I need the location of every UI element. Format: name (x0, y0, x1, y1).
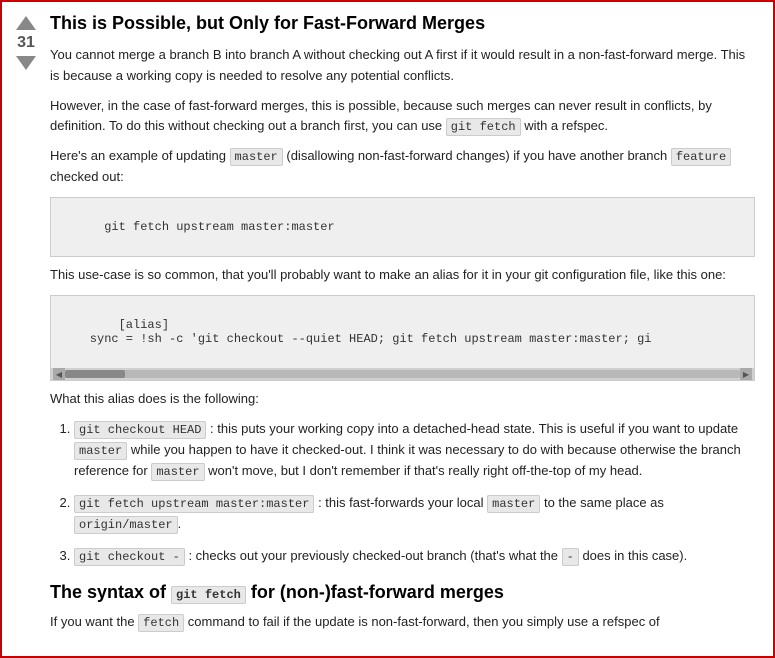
scroll-thumb[interactable] (65, 370, 125, 378)
inline-code-dash: - (562, 548, 579, 566)
scroll-track[interactable] (65, 370, 740, 378)
steps-list: git checkout HEAD : this puts your worki… (50, 419, 755, 567)
list-item-2: git fetch upstream master:master : this … (74, 493, 755, 534)
vote-column: 31 (2, 12, 50, 643)
inline-code-git-fetch: git fetch (446, 118, 521, 136)
code-block-2-container: [alias] sync = !sh -c 'git checkout --qu… (50, 295, 755, 381)
inline-code-master-li1b: master (151, 463, 204, 481)
inline-code-checkout-dash: git checkout - (74, 548, 185, 566)
inline-code-origin-master: origin/master (74, 516, 178, 534)
inline-code-feature: feature (671, 148, 731, 166)
scrollbar[interactable]: ◀ ▶ (51, 368, 754, 380)
para-last: If you want the fetch command to fail if… (50, 612, 755, 633)
scroll-left-arrow[interactable]: ◀ (53, 368, 65, 380)
inline-code-fetch-upstream: git fetch upstream master:master (74, 495, 314, 513)
inline-code-master-li2: master (487, 495, 540, 513)
para-3: Here's an example of updating master (di… (50, 146, 755, 187)
answer-content: This is Possible, but Only for Fast-Forw… (50, 12, 763, 643)
para-4: This use-case is so common, that you'll … (50, 265, 755, 285)
answer-title: This is Possible, but Only for Fast-Forw… (50, 12, 755, 35)
code-block-1: git fetch upstream master:master (50, 197, 755, 257)
list-item-1: git checkout HEAD : this puts your worki… (74, 419, 755, 481)
inline-code-master-li1: master (74, 442, 127, 460)
scroll-right-arrow[interactable]: ▶ (740, 368, 752, 380)
section-title: The syntax of git fetch for (non-)fast-f… (50, 581, 755, 604)
para-5: What this alias does is the following: (50, 389, 755, 409)
para-1: You cannot merge a branch B into branch … (50, 45, 755, 85)
inline-code-git-fetch-title: git fetch (171, 586, 246, 604)
vote-up-button[interactable] (16, 16, 36, 30)
inline-code-master-1: master (230, 148, 283, 166)
list-item-3: git checkout - : checks out your previou… (74, 546, 755, 567)
para-2: However, in the case of fast-forward mer… (50, 96, 755, 137)
vote-count: 31 (17, 34, 35, 52)
inline-code-fetch-last: fetch (138, 614, 184, 632)
code-block-2[interactable]: [alias] sync = !sh -c 'git checkout --qu… (51, 296, 754, 368)
vote-down-button[interactable] (16, 56, 36, 70)
inline-code-checkout-head: git checkout HEAD (74, 421, 206, 439)
